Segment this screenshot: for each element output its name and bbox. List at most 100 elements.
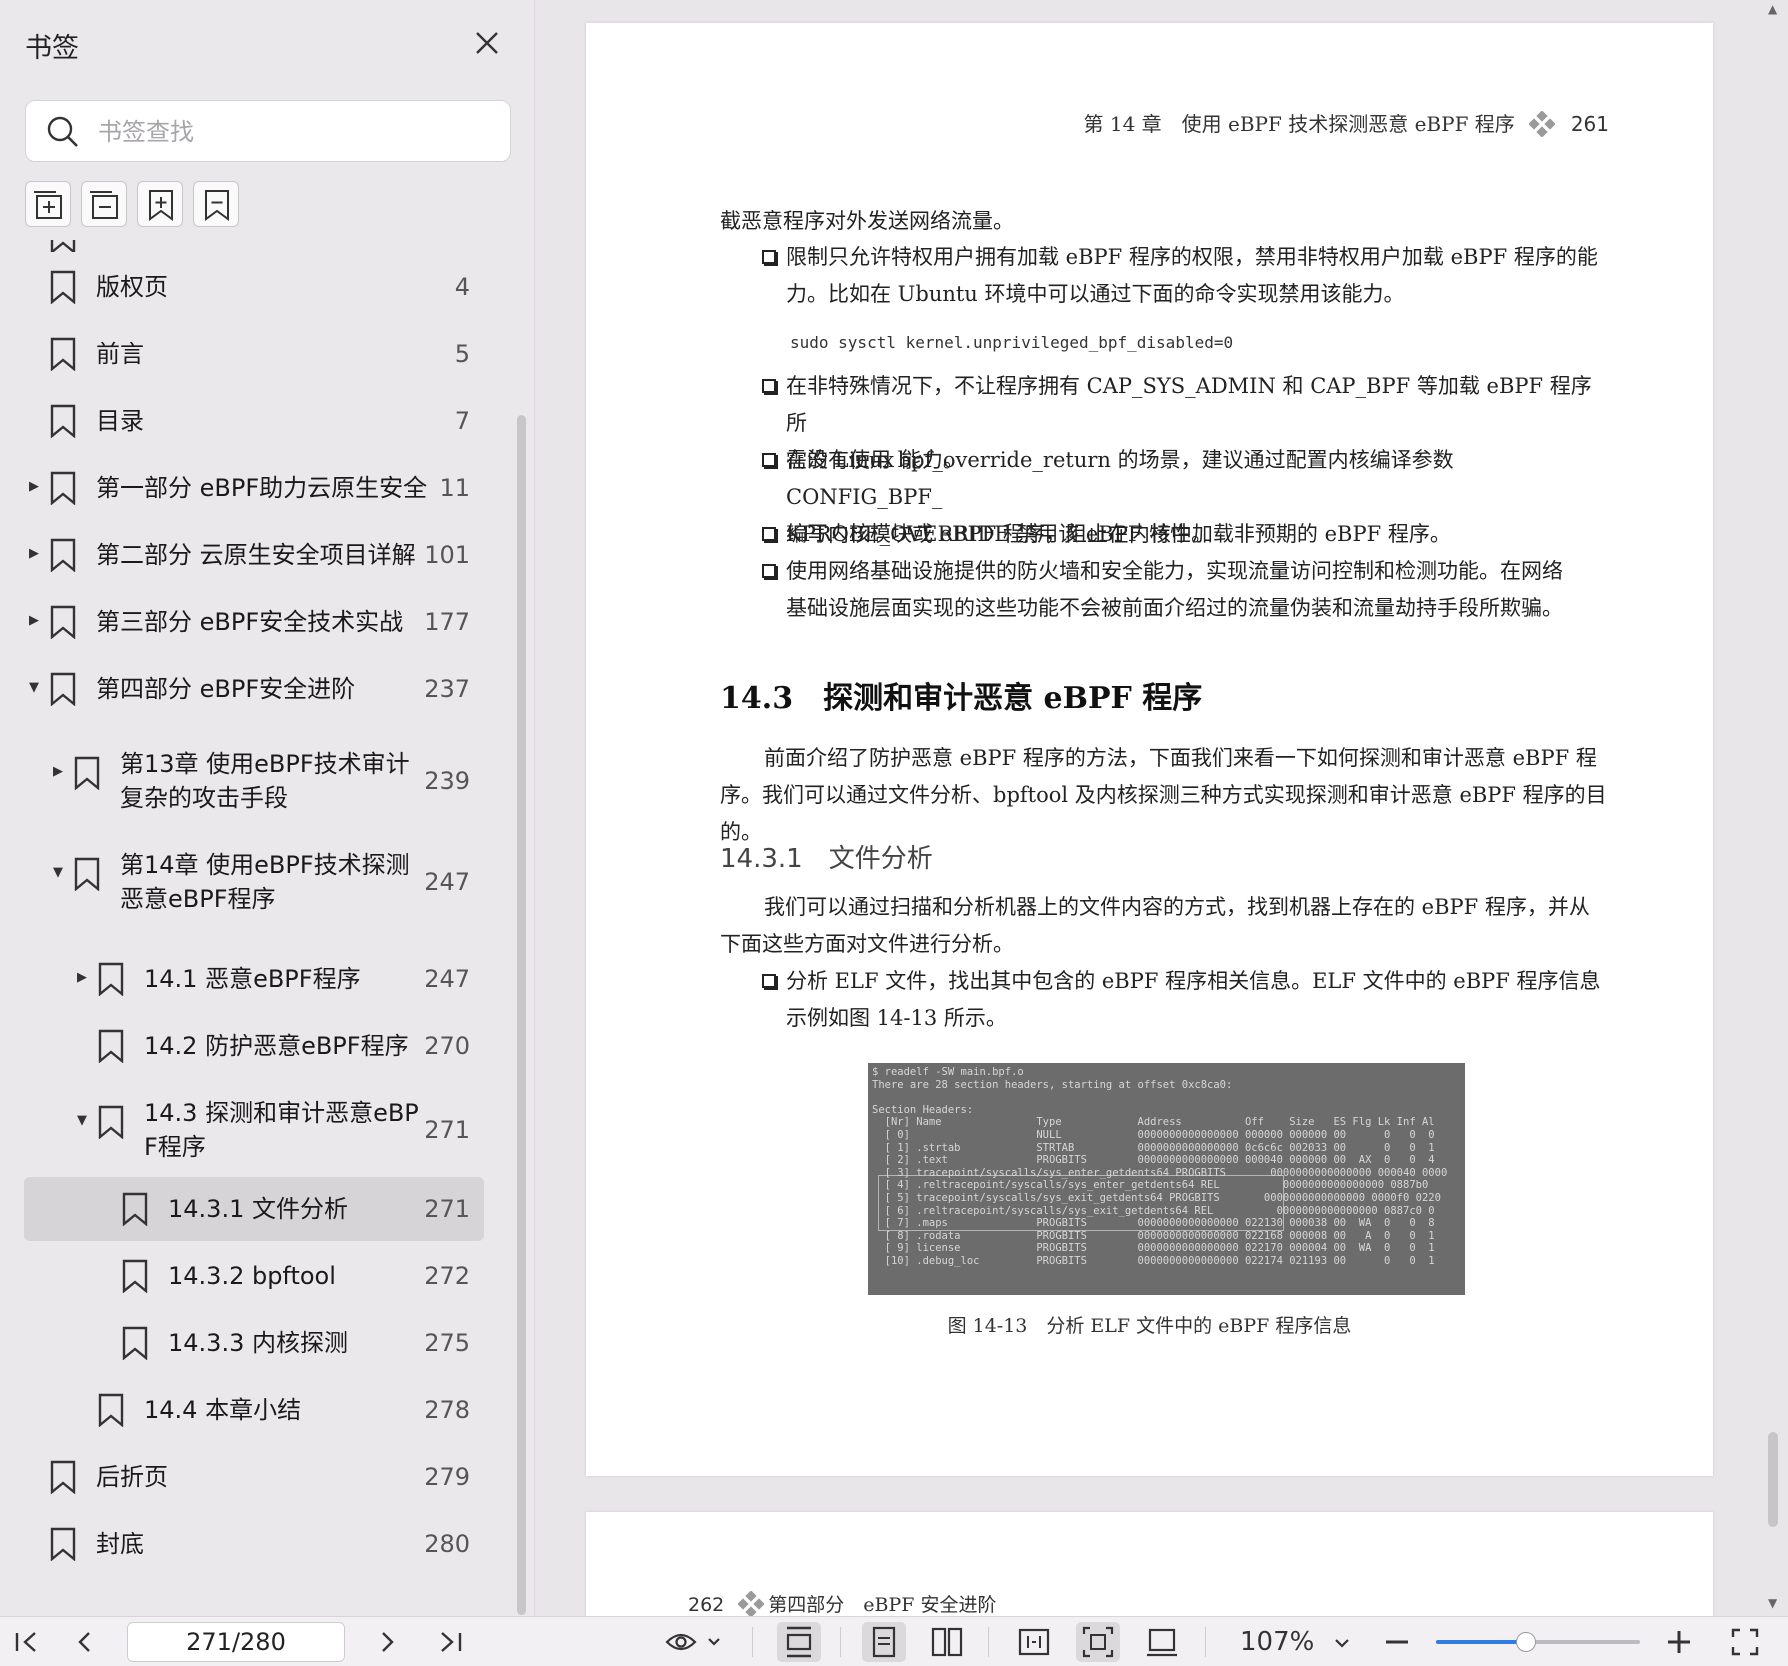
last-page-button[interactable] (433, 1625, 467, 1659)
bookmark-item[interactable]: 14.4 本章小结 278 (0, 1393, 520, 1427)
bookmark-label: 第二部分 云原生安全项目详解 (96, 541, 416, 569)
bookmark-label: 后折页 (96, 1463, 168, 1491)
bookmark-item[interactable]: 前言 5 (0, 337, 520, 371)
checkbox-bullet-icon (762, 453, 776, 467)
collapse-arrow-icon[interactable]: ▼ (29, 680, 39, 695)
remove-bookmark-button[interactable] (193, 181, 239, 227)
two-page-icon (931, 1627, 963, 1657)
bookmark-item[interactable]: ▼ 14.3 探测和审计恶意eBP F程序 271 (0, 1099, 520, 1181)
bookmark-search-box[interactable] (25, 100, 511, 162)
diamond-ornament-icon (1528, 111, 1555, 137)
scroll-down-arrow-icon[interactable]: ▼ (1768, 1596, 1777, 1610)
collapse-arrow-icon[interactable]: ▼ (53, 865, 63, 880)
document-scrollbar[interactable] (1768, 1432, 1778, 1527)
bookmark-page-number: 7 (454, 407, 470, 435)
bullet-item: 限制只允许特权用户拥有加载 eBPF 程序的权限，禁用非特权用户加载 eBPF … (762, 239, 1632, 313)
bookmark-item-hidden[interactable] (0, 240, 520, 252)
close-icon[interactable] (470, 26, 504, 60)
sidebar-scrollbar[interactable] (517, 415, 526, 1615)
expand-all-button[interactable] (25, 181, 71, 227)
bookmark-item[interactable]: ▶ 第13章 使用eBPF技术审计 复杂的攻击手段 239 (0, 750, 520, 832)
expand-arrow-icon[interactable]: ▶ (29, 546, 39, 561)
fullscreen-button[interactable] (1728, 1625, 1762, 1659)
bullet-line: 在非特殊情况下，不让程序拥有 CAP_SYS_ADMIN 和 CAP_BPF 等… (786, 374, 1592, 435)
bookmark-item[interactable]: 14.3.3 内核探测 275 (0, 1326, 520, 1360)
page-number: 262 (688, 1594, 725, 1616)
bookmark-icon (98, 1105, 124, 1139)
bookmark-label: 14.3.1 文件分析 (168, 1195, 348, 1223)
bookmark-icon (50, 672, 76, 706)
bookmark-label: 14.1 恶意eBPF程序 (144, 965, 361, 993)
view-mode-dropdown[interactable] (664, 1625, 726, 1659)
scroll-up-arrow-icon[interactable]: ▲ (1768, 2, 1777, 16)
actual-size-button[interactable] (1140, 1625, 1184, 1659)
plus-icon (1668, 1631, 1690, 1653)
paragraph-line: 前面介绍了防护恶意 eBPF 程序的方法，下面我们来看一下如何探测和审计恶意 e… (764, 746, 1597, 770)
figure-text-line: [ 0] NULL 0000000000000000 000000 000000… (872, 1129, 1435, 1141)
bookmark-item[interactable]: ▶ 第三部分 eBPF安全技术实战 177 (0, 605, 520, 639)
page-header: 262 第四部分 eBPF 安全进阶 (688, 1590, 996, 1616)
bookmark-page-number: 11 (439, 474, 470, 502)
add-bookmark-button[interactable] (137, 181, 183, 227)
bookmark-item[interactable]: ▶ 第一部分 eBPF助力云原生安全 11 (0, 471, 520, 505)
previous-page-button[interactable] (68, 1625, 102, 1659)
bookmark-icon (50, 404, 76, 438)
zoom-out-button[interactable] (1380, 1625, 1414, 1659)
toolbar-separator (840, 1627, 841, 1657)
zoom-level-value[interactable]: 107% (1240, 1627, 1314, 1657)
bookmark-item[interactable]: ▶ 14.1 恶意eBPF程序 247 (0, 962, 520, 996)
bullet-item: 分析 ELF 文件，找出其中包含的 eBPF 程序相关信息。ELF 文件中的 e… (762, 963, 1632, 1037)
bookmark-icon (98, 962, 124, 996)
zoom-dropdown-button[interactable] (1330, 1625, 1354, 1659)
bookmark-page-number: 278 (424, 1396, 470, 1424)
diamond-ornament-icon (738, 1591, 765, 1616)
fullscreen-icon (1731, 1628, 1759, 1656)
next-page-button[interactable] (370, 1625, 404, 1659)
bookmark-item[interactable]: ▼ 第14章 使用eBPF技术探测 恶意eBPF程序 247 (0, 851, 520, 933)
figure-text-line: There are 28 section headers, starting a… (872, 1078, 1233, 1091)
bookmark-page-number: 5 (454, 340, 470, 368)
figure-text-line: [10] .debug_loc PROGBITS 000000000000000… (872, 1255, 1435, 1267)
expand-arrow-icon[interactable]: ▶ (77, 970, 87, 985)
bookmark-item[interactable]: 封底 280 (0, 1527, 520, 1561)
bookmark-icon (98, 1029, 124, 1063)
bookmark-page-number: 247 (424, 965, 470, 993)
zoom-slider[interactable] (1436, 1632, 1640, 1652)
bookmark-item[interactable]: 14.3.1 文件分析 271 (0, 1177, 520, 1241)
bookmark-icon (50, 337, 76, 371)
bookmark-item[interactable]: ▶ 第二部分 云原生安全项目详解 101 (0, 538, 520, 572)
checkbox-bullet-icon (762, 527, 776, 541)
bullet-line: 力。比如在 Ubuntu 环境中可以通过下面的命令实现禁用该能力。 (786, 282, 1405, 306)
collapse-arrow-icon[interactable]: ▼ (77, 1113, 87, 1128)
single-page-button[interactable] (862, 1622, 906, 1662)
toolbar-separator (752, 1627, 753, 1657)
continuous-scroll-button[interactable] (777, 1622, 821, 1662)
bookmark-item[interactable]: 14.3.2 bpftool 272 (0, 1259, 520, 1293)
expand-arrow-icon[interactable]: ▶ (29, 613, 39, 628)
fit-page-button[interactable] (1076, 1622, 1120, 1662)
bookmark-item[interactable]: 14.2 防护恶意eBPF程序 270 (0, 1029, 520, 1063)
bookmark-item[interactable]: 版权页 4 (0, 270, 520, 304)
figure-text-line: [ 5] tracepoint/syscalls/sys_exit_getden… (872, 1192, 1441, 1204)
zoom-in-button[interactable] (1662, 1625, 1696, 1659)
bullet-line: 在没有使用 bpf_override_return 的场景，建议通过配置内核编译… (786, 448, 1454, 509)
bookmark-search-input[interactable] (98, 113, 498, 151)
zoom-slider-handle[interactable] (1515, 1632, 1536, 1652)
figure-caption: 图 14-13 分析 ELF 文件中的 eBPF 程序信息 (947, 1315, 1352, 1337)
first-page-button[interactable] (10, 1625, 44, 1659)
bookmark-item[interactable]: ▼ 第四部分 eBPF安全进阶 237 (0, 672, 520, 706)
page-number-input[interactable] (127, 1622, 345, 1662)
expand-arrow-icon[interactable]: ▶ (53, 764, 63, 779)
bookmark-icon (74, 756, 100, 790)
bookmark-item[interactable]: 后折页 279 (0, 1460, 520, 1494)
bookmark-icon (50, 538, 76, 572)
figure-text-line: [ 9] license PROGBITS 0000000000000000 0… (872, 1242, 1435, 1255)
fit-width-button[interactable] (1012, 1625, 1056, 1659)
figure-text-line: [ 3] tracepoint/syscalls/sys_enter_getde… (872, 1166, 1448, 1179)
bookmark-icon (50, 605, 76, 639)
expand-arrow-icon[interactable]: ▶ (29, 479, 39, 494)
collapse-all-button[interactable] (81, 181, 127, 227)
bookmark-item[interactable]: 目录 7 (0, 404, 520, 438)
first-page-icon (15, 1632, 36, 1652)
two-page-button[interactable] (925, 1625, 969, 1659)
